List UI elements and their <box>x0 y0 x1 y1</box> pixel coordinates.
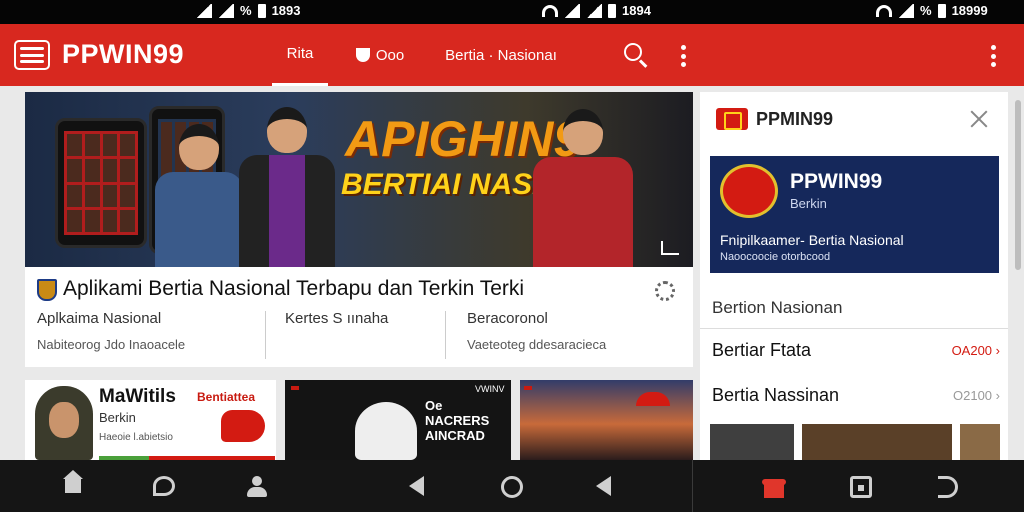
thumbnail-label <box>524 386 532 390</box>
tab-home[interactable]: Rita <box>272 24 328 86</box>
hero-banner[interactable]: APIGHIN9 BERTIAI NASIONAI <box>25 92 693 267</box>
menu-icon[interactable] <box>14 40 50 70</box>
person-illustration <box>533 109 633 267</box>
divider <box>692 460 693 512</box>
app-bar: PPWIN99 Rita Ooo Bertia · Nasionaı <box>0 24 1024 86</box>
kebab-icon[interactable] <box>680 45 686 67</box>
promo-description: Fnipilkaamer- Bertia Nasional <box>720 232 904 248</box>
clock-middle: 1894 <box>622 3 651 18</box>
undo-icon[interactable] <box>938 476 958 498</box>
signal-icon <box>586 3 602 18</box>
battery-percent: % <box>920 3 932 18</box>
scrollbar[interactable] <box>1015 100 1021 270</box>
thumbnail-label <box>291 386 299 390</box>
helmet-illustration <box>355 402 417 460</box>
emblem-icon <box>720 164 778 218</box>
trophy-icon <box>355 48 370 62</box>
gift-icon[interactable] <box>762 476 786 498</box>
thumbnail-views: VWINV <box>475 384 505 394</box>
meta-secondary: Nabiteorog Jdo Inaoacele <box>37 337 186 352</box>
person-illustration <box>155 124 243 267</box>
side-item-value: OA200 › <box>951 343 1000 358</box>
side-brand: PPMIN99 <box>756 109 834 129</box>
back-icon[interactable] <box>409 476 424 496</box>
tab-trophy-label: Ooo <box>375 46 405 64</box>
article-title[interactable]: Aplikami Bertia Nasional Terbapu dan Ter… <box>63 277 524 301</box>
kebab-icon[interactable] <box>990 45 996 67</box>
signal-icon <box>898 3 914 18</box>
divider <box>700 328 1008 329</box>
close-icon[interactable] <box>970 110 988 128</box>
clock-left: 1893 <box>271 3 301 18</box>
app-brand[interactable]: PPWIN99 <box>62 39 184 70</box>
back-icon[interactable] <box>596 476 611 496</box>
chat-icon[interactable] <box>153 476 175 496</box>
person-illustration <box>239 107 335 267</box>
article-card[interactable]: Aplikami Bertia Nasional Terbapu dan Ter… <box>25 267 693 367</box>
status-bar: % 1893 1894 % 18999 <box>0 0 1024 24</box>
clock-right: 18999 <box>951 3 988 18</box>
thumbnail-text: Oe NACRERS AINCRAD <box>425 398 490 443</box>
meta-primary: Kertes S ıınaha <box>285 310 389 327</box>
news-thumbnail[interactable] <box>520 380 693 460</box>
article-meta-col: Beracoronol Vaeteoteg ddesaracieca <box>467 307 687 361</box>
search-icon[interactable] <box>624 43 642 61</box>
news-thumbnail[interactable]: VWINV Oe NACRERS AINCRAD <box>285 380 511 460</box>
tab-news[interactable]: Bertia · Nasionaı <box>436 24 566 86</box>
avatar <box>35 386 93 460</box>
share-icon[interactable] <box>661 241 679 255</box>
wifi-icon <box>542 4 558 17</box>
circle-home-icon[interactable] <box>501 476 523 498</box>
mini-thumbnail[interactable] <box>710 424 794 460</box>
meta-primary: Aplkaima Nasional <box>37 310 162 327</box>
home-icon[interactable] <box>62 470 84 496</box>
article-meta-col: Aplkaima Nasional Nabiteorog Jdo Inaoace… <box>37 307 267 361</box>
promo-sub: Berkin <box>790 196 827 211</box>
side-section-title: Bertion Nasionan <box>712 298 843 317</box>
gear-icon[interactable] <box>655 281 675 301</box>
battery-icon <box>257 3 266 18</box>
side-list-item[interactable]: Bertia Nassinan O2100 › <box>712 385 1000 409</box>
thumbnail-subtitle: Berkin <box>99 410 136 425</box>
side-item-label: Bertiar Ftata <box>712 340 812 360</box>
battery-icon <box>608 3 616 18</box>
thumbnail-meta: Haeoie l.abietsio <box>99 432 173 443</box>
mini-thumbnail[interactable] <box>802 424 952 460</box>
umbrella-illustration <box>636 392 670 406</box>
status-group-middle: 1894 <box>542 3 651 18</box>
promo-description-small: Naoocoocie otorbcood <box>720 251 831 263</box>
square-icon[interactable] <box>850 476 872 498</box>
tab-trophy[interactable]: Ooo <box>352 24 408 86</box>
brand-logo-icon <box>716 108 748 130</box>
battery-icon <box>937 3 946 18</box>
side-item-value: O2100 › <box>953 388 1000 403</box>
article-meta-col: Kertes S ıınaha <box>285 307 445 361</box>
user-icon[interactable] <box>246 476 268 498</box>
phone-illustration <box>55 118 147 248</box>
promo-brand: PPWIN99 <box>790 170 883 193</box>
thumbnail-title: MaWitils <box>99 386 176 407</box>
bottom-nav <box>0 460 1024 512</box>
status-group-left: % 1893 <box>196 3 300 18</box>
divider <box>265 311 266 359</box>
side-list-item[interactable]: Bertiar Ftata OA200 › <box>712 340 1000 364</box>
chat-bubble-icon <box>221 410 265 442</box>
side-panel: PPMIN99 PPWIN99 Berkin Fnipilkaamer- Ber… <box>700 92 1008 460</box>
wifi-icon <box>876 4 892 17</box>
thumbnail-logo: Bentiattea <box>197 390 256 404</box>
news-thumbnail[interactable]: MaWitils Berkin Haeoie l.abietsio Bentia… <box>25 380 276 460</box>
signal-icon <box>196 3 212 18</box>
signal-icon <box>218 3 234 18</box>
meta-secondary: Vaeteoteg ddesaracieca <box>467 337 607 352</box>
status-group-right: % 18999 <box>876 3 988 18</box>
meta-primary: Beracoronol <box>467 310 548 327</box>
promo-card[interactable]: PPWIN99 Berkin Fnipilkaamer- Bertia Nasi… <box>710 156 999 273</box>
mini-thumbnail[interactable] <box>960 424 1000 460</box>
battery-percent: % <box>240 3 252 18</box>
shield-icon <box>37 279 57 301</box>
side-item-label: Bertia Nassinan <box>712 385 840 405</box>
divider <box>445 311 446 359</box>
signal-icon <box>564 3 580 18</box>
